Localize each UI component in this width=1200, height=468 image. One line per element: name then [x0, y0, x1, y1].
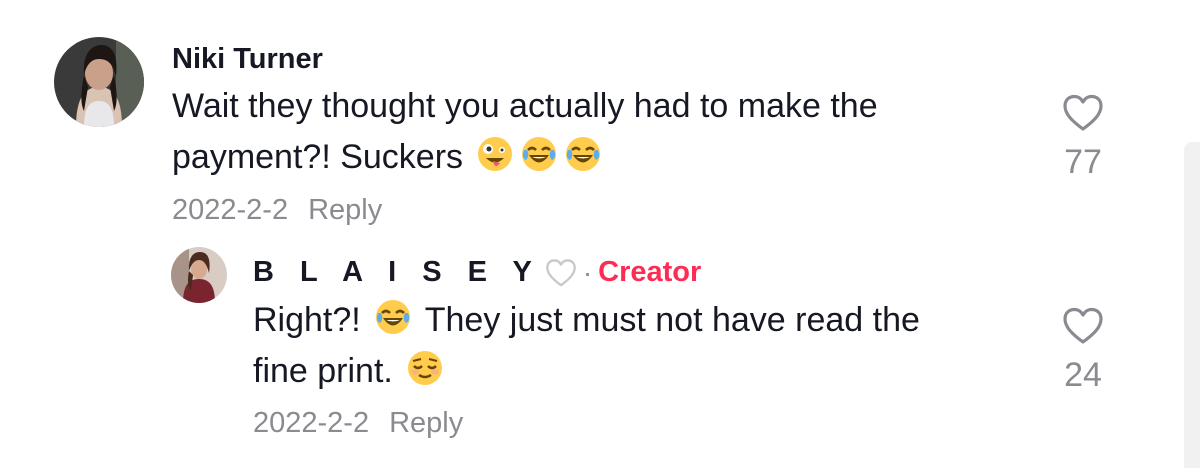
reply-text-part1: Right?! [253, 301, 361, 339]
like-count: 77 [1064, 143, 1102, 181]
scrollbar[interactable] [1184, 142, 1200, 468]
reply-header: B L A I S E Y · Creator [253, 256, 701, 289]
zany-face-emoji [477, 136, 513, 172]
reply-text-part2: They just must not have read the [424, 301, 920, 339]
comment-meta: 2022-2-2 Reply [172, 194, 382, 227]
like-button[interactable]: 24 [1053, 307, 1113, 395]
reply-button[interactable]: Reply [308, 194, 382, 226]
like-button[interactable]: 77 [1053, 94, 1113, 182]
avatar[interactable] [171, 247, 227, 303]
comment-text-line1: Wait they thought you actually had to ma… [172, 87, 878, 125]
relieved-face-emoji [407, 350, 443, 386]
comment-text: Wait they thought you actually had to ma… [172, 81, 878, 183]
reply-meta: 2022-2-2 Reply [253, 407, 463, 440]
heart-outline-icon [545, 258, 576, 286]
separator: · [582, 256, 593, 288]
tears-of-joy-emoji [375, 299, 411, 335]
reply-text: Right?! They just must not have read the… [253, 295, 920, 397]
avatar[interactable] [54, 37, 144, 127]
heart-icon [1063, 94, 1103, 131]
comment-text-line2: payment?! Suckers [172, 138, 464, 176]
tears-of-joy-emoji [521, 136, 557, 172]
reply-date: 2022-2-2 [253, 407, 370, 439]
reply-text-line2: fine print. [253, 352, 393, 390]
reply-username[interactable]: B L A I S E Y [253, 256, 541, 289]
comment-username[interactable]: Niki Turner [172, 43, 323, 76]
creator-badge: Creator [598, 256, 702, 288]
tears-of-joy-emoji [565, 136, 601, 172]
heart-icon [1063, 307, 1103, 344]
like-count: 24 [1064, 356, 1102, 394]
comment-date: 2022-2-2 [172, 194, 289, 226]
reply-button[interactable]: Reply [389, 407, 463, 439]
comments-panel: Niki Turner Wait they thought you actual… [0, 0, 1200, 468]
